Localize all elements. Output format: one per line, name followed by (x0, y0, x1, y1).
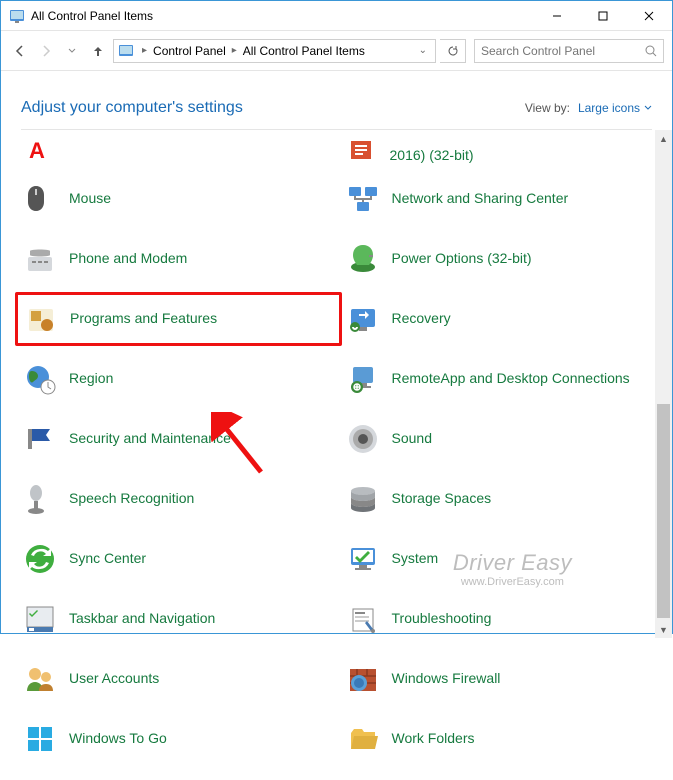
cpl-item-programs-and-features[interactable]: Programs and Features (15, 292, 342, 346)
cpl-item-system[interactable]: System (344, 538, 659, 580)
control-panel-icon (118, 43, 134, 59)
cpl-item-label: User Accounts (69, 670, 159, 688)
cpl-item-label: Taskbar and Navigation (69, 610, 215, 628)
cpl-item-work-folders[interactable]: Work Folders (344, 718, 659, 760)
network-sharing-center-icon (346, 182, 380, 216)
scrollbar[interactable]: ▲ ▼ (655, 130, 672, 638)
troubleshooting-icon (346, 602, 380, 636)
close-button[interactable] (626, 1, 672, 30)
cpl-item-user-accounts[interactable]: User Accounts (21, 658, 336, 700)
cpl-item-mouse[interactable]: Mouse (21, 178, 336, 220)
programs-and-features-icon (24, 302, 58, 336)
maximize-button[interactable] (580, 1, 626, 30)
search-box[interactable] (474, 39, 664, 63)
windows-firewall-icon (346, 662, 380, 696)
cpl-item-storage-spaces[interactable]: Storage Spaces (344, 478, 659, 520)
page-title: Adjust your computer's settings (21, 99, 243, 117)
cpl-item-sound[interactable]: Sound (344, 418, 659, 460)
cpl-item-label: Recovery (392, 310, 451, 328)
scroll-track[interactable] (655, 147, 672, 621)
storage-spaces-icon (346, 482, 380, 516)
cpl-item-power-options[interactable]: Power Options (32-bit) (344, 238, 659, 280)
search-input[interactable] (481, 44, 645, 58)
scroll-up-button[interactable]: ▲ (655, 130, 672, 147)
window-title: All Control Panel Items (31, 9, 534, 23)
phone-and-modem-icon (23, 242, 57, 276)
cpl-item-label: Sync Center (69, 550, 146, 568)
breadcrumb[interactable]: Control Panel (151, 44, 228, 58)
chevron-down-icon[interactable]: ⌄ (415, 45, 431, 56)
recent-dropdown[interactable] (61, 40, 83, 62)
control-panel-icon (9, 8, 25, 24)
back-button[interactable] (9, 40, 31, 62)
cpl-item-label: Phone and Modem (69, 250, 187, 268)
letter-a-icon: A (29, 138, 45, 164)
cpl-item-label: Windows Firewall (392, 670, 501, 688)
user-accounts-icon (23, 662, 57, 696)
viewby-label: View by: (525, 101, 570, 115)
cpl-item-label: Mouse (69, 190, 111, 208)
partial-row: A 2016) (32-bit) (1, 130, 672, 168)
cpl-item-label: Storage Spaces (392, 490, 492, 508)
mouse-icon (23, 182, 57, 216)
header: Adjust your computer's settings View by:… (1, 71, 672, 129)
partial-item-label[interactable]: 2016) (32-bit) (390, 147, 474, 165)
cpl-item-label: Network and Sharing Center (392, 190, 569, 208)
refresh-button[interactable] (440, 39, 466, 63)
cpl-item-label: Region (69, 370, 113, 388)
cpl-item-speech-recognition[interactable]: Speech Recognition (21, 478, 336, 520)
cpl-item-sync-center[interactable]: Sync Center (21, 538, 336, 580)
cpl-item-windows-firewall[interactable]: Windows Firewall (344, 658, 659, 700)
taskbar-navigation-icon (23, 602, 57, 636)
chevron-down-icon (644, 105, 652, 111)
breadcrumb[interactable]: All Control Panel Items (241, 44, 367, 58)
cpl-item-label: RemoteApp and Desktop Connections (392, 370, 630, 388)
power-options-icon (346, 242, 380, 276)
cpl-item-label: Work Folders (392, 730, 475, 748)
region-icon (23, 362, 57, 396)
up-button[interactable] (87, 40, 109, 62)
work-folders-icon (346, 722, 380, 756)
system-icon (346, 542, 380, 576)
scroll-down-button[interactable]: ▼ (655, 621, 672, 638)
security-maintenance-icon (23, 422, 57, 456)
cpl-item-label: Windows To Go (69, 730, 167, 748)
cpl-item-region[interactable]: Region (21, 358, 336, 400)
cpl-item-windows-to-go[interactable]: Windows To Go (21, 718, 336, 760)
cpl-item-label: Security and Maintenance (69, 430, 231, 448)
speech-recognition-icon (23, 482, 57, 516)
cpl-item-label: Troubleshooting (392, 610, 492, 628)
recovery-icon (346, 302, 380, 336)
cpl-item-phone-and-modem[interactable]: Phone and Modem (21, 238, 336, 280)
minimize-button[interactable] (534, 1, 580, 30)
cpl-item-remoteapp[interactable]: RemoteApp and Desktop Connections (344, 358, 659, 400)
viewby-dropdown[interactable]: Large icons (578, 101, 652, 115)
cpl-item-label: Speech Recognition (69, 490, 194, 508)
toolbar: ▸ Control Panel ▸ All Control Panel Item… (1, 31, 672, 71)
address-bar[interactable]: ▸ Control Panel ▸ All Control Panel Item… (113, 39, 436, 63)
titlebar: All Control Panel Items (1, 1, 672, 31)
forward-button[interactable] (35, 40, 57, 62)
cpl-item-network-sharing-center[interactable]: Network and Sharing Center (344, 178, 659, 220)
sync-center-icon (23, 542, 57, 576)
remoteapp-icon (346, 362, 380, 396)
cpl-item-recovery[interactable]: Recovery (344, 298, 659, 340)
cpl-item-label: System (392, 550, 439, 568)
chevron-right-icon[interactable]: ▸ (138, 45, 151, 56)
windows-to-go-icon (23, 722, 57, 756)
office-icon (344, 130, 378, 164)
chevron-right-icon[interactable]: ▸ (228, 45, 241, 56)
cpl-item-security-maintenance[interactable]: Security and Maintenance (21, 418, 336, 460)
cpl-item-label: Sound (392, 430, 432, 448)
cpl-item-label: Programs and Features (70, 310, 217, 328)
sound-icon (346, 422, 380, 456)
search-icon (645, 45, 657, 57)
cpl-item-label: Power Options (32-bit) (392, 250, 532, 268)
scroll-thumb[interactable] (657, 404, 670, 618)
